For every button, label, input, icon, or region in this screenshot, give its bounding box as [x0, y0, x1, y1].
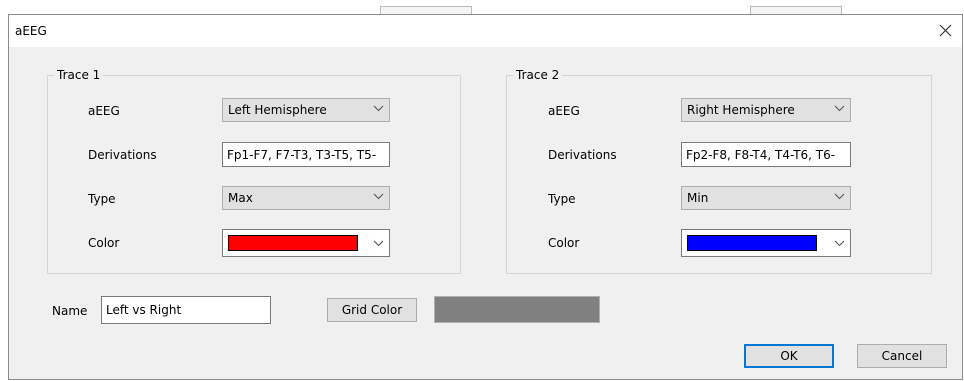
title-bar: aEEG — [9, 15, 962, 47]
trace1-type-select[interactable]: Max — [222, 186, 390, 210]
trace1-color-label: Color — [88, 236, 120, 250]
trace2-color-label: Color — [548, 236, 580, 250]
trace1-color-select[interactable] — [222, 229, 390, 257]
close-icon — [939, 24, 952, 37]
chevron-down-icon — [373, 193, 384, 200]
trace2-aeeg-label: aEEG — [548, 104, 580, 118]
trace2-derivations-field[interactable]: Fp2-F8, F8-T4, T4-T6, T6- — [681, 142, 851, 167]
chevron-down-icon — [834, 240, 845, 247]
trace2-derivations-value: Fp2-F8, F8-T4, T4-T6, T6- — [686, 148, 836, 162]
trace2-aeeg-select[interactable]: Right Hemisphere — [681, 98, 851, 122]
ok-button[interactable]: OK — [744, 344, 834, 368]
name-field[interactable]: Left vs Right — [101, 296, 271, 324]
trace2-color-select[interactable] — [681, 229, 851, 257]
trace1-title: Trace 1 — [54, 68, 104, 82]
chevron-down-icon — [373, 105, 384, 112]
grid-color-button[interactable]: Grid Color — [327, 298, 417, 322]
trace1-derivations-field[interactable]: Fp1-F7, F7-T3, T3-T5, T5- — [222, 142, 390, 167]
background-box — [380, 6, 472, 14]
name-value: Left vs Right — [106, 303, 182, 317]
dialog-title: aEEG — [15, 24, 47, 38]
trace1-aeeg-value: Left Hemisphere — [228, 103, 327, 117]
trace1-type-label: Type — [88, 192, 116, 206]
chevron-down-icon — [834, 193, 845, 200]
trace1-aeeg-label: aEEG — [88, 104, 120, 118]
trace2-aeeg-value: Right Hemisphere — [687, 103, 795, 117]
trace2-derivations-label: Derivations — [548, 148, 617, 162]
trace2-color-swatch — [687, 235, 817, 251]
trace1-type-value: Max — [228, 191, 253, 205]
trace2-title: Trace 2 — [513, 68, 563, 82]
name-label: Name — [52, 304, 88, 318]
chevron-down-icon — [373, 240, 384, 247]
grid-color-swatch[interactable] — [434, 296, 600, 323]
background-box — [750, 6, 842, 14]
trace1-aeeg-select[interactable]: Left Hemisphere — [222, 98, 390, 122]
chevron-down-icon — [834, 105, 845, 112]
trace2-type-select[interactable]: Min — [681, 186, 851, 210]
trace1-color-swatch — [228, 235, 358, 251]
trace2-type-label: Type — [548, 192, 576, 206]
aeeg-dialog: aEEG Trace 1 aEEG Left Hemisphere Deriva… — [8, 14, 963, 380]
trace1-derivations-value: Fp1-F7, F7-T3, T3-T5, T5- — [227, 148, 377, 162]
cancel-button[interactable]: Cancel — [857, 344, 947, 368]
close-button[interactable] — [928, 15, 962, 47]
trace2-type-value: Min — [687, 191, 709, 205]
trace1-derivations-label: Derivations — [88, 148, 157, 162]
background-window — [0, 0, 964, 14]
